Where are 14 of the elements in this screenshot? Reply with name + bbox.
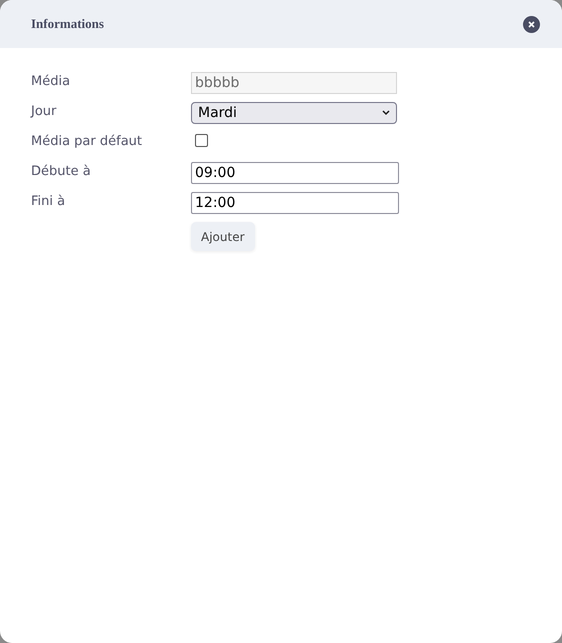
field-label: Média par défaut <box>31 133 144 151</box>
text-field[interactable]: 12:00 <box>191 192 399 214</box>
field-label: Fini à <box>31 193 66 211</box>
close-button[interactable] <box>523 16 540 32</box>
field-label: Média <box>31 73 72 91</box>
day-select[interactable]: Mardi <box>191 102 397 124</box>
text-field[interactable]: 09:00 <box>191 162 399 184</box>
field-label: Débute à <box>31 163 92 181</box>
add-button[interactable]: Ajouter <box>191 222 255 251</box>
checkbox[interactable] <box>195 134 208 147</box>
field-label: Jour <box>31 103 58 121</box>
chevron-down-icon <box>382 110 390 116</box>
close-icon <box>528 20 535 28</box>
dialog-title: Informations <box>31 15 104 34</box>
